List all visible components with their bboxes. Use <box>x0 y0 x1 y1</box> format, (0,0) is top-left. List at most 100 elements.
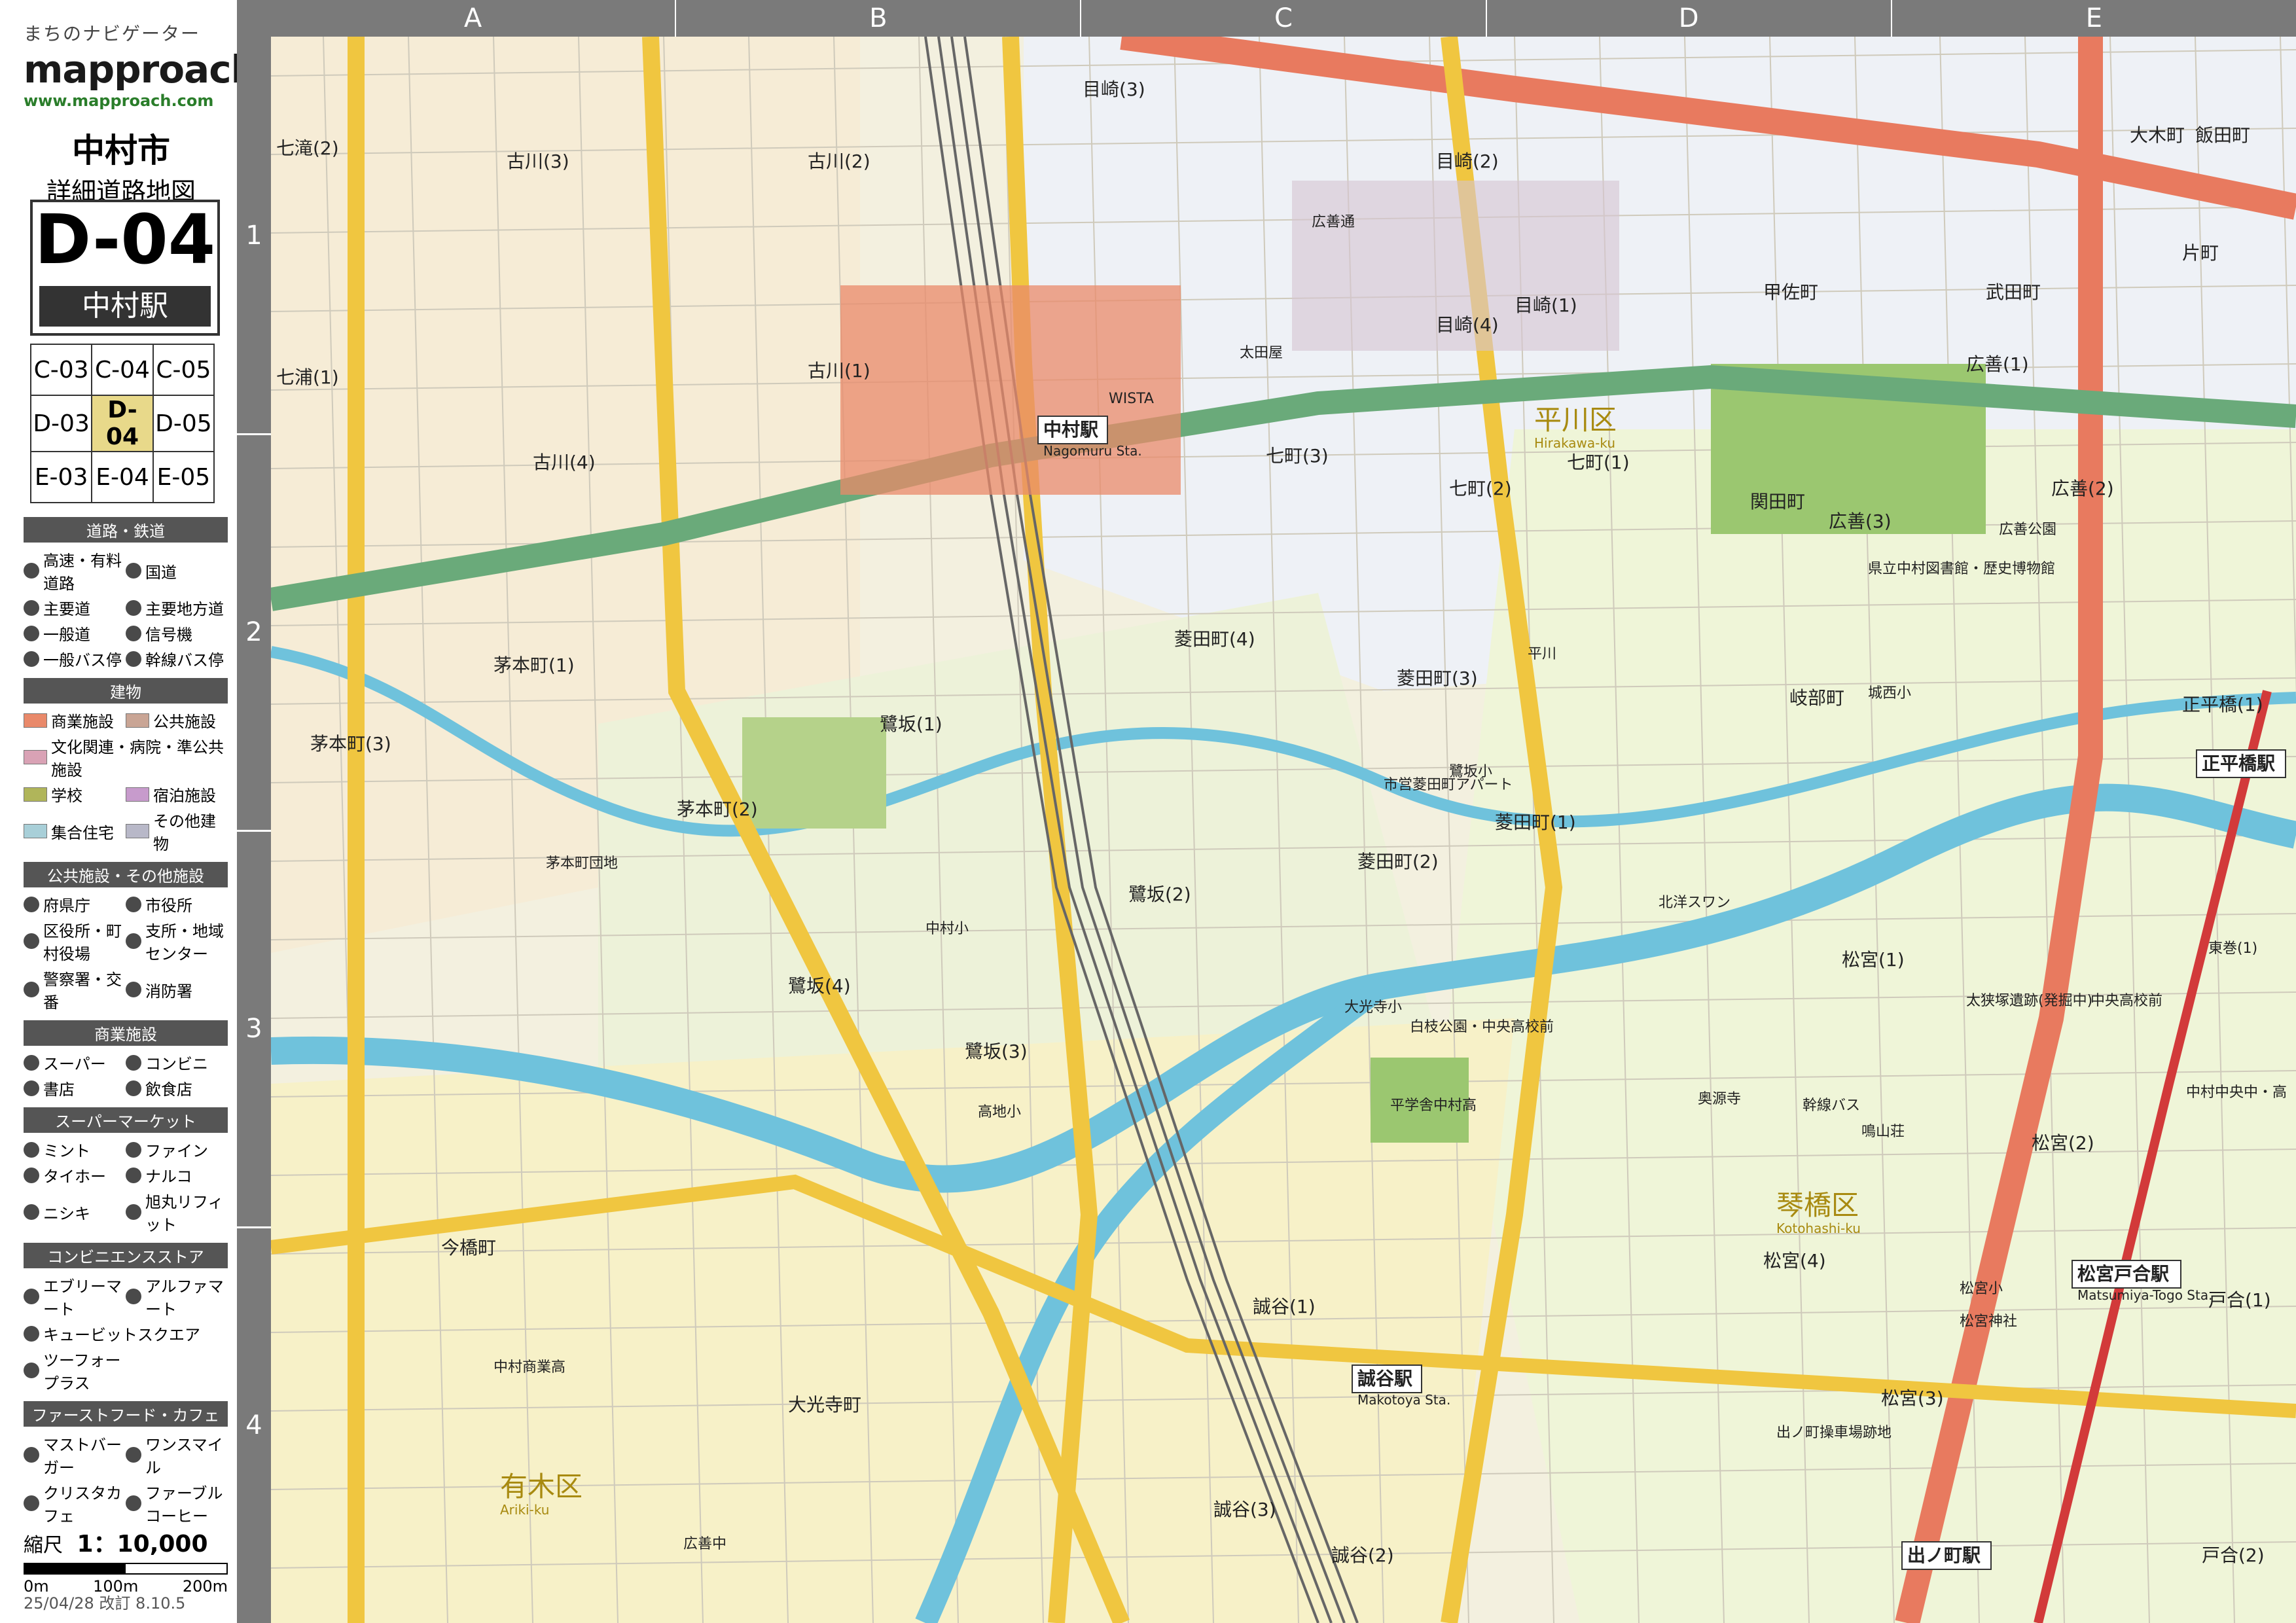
station-label[interactable]: 誠谷駅 <box>1357 1368 1412 1389</box>
grid-cell-c-05[interactable]: C-05 <box>152 344 215 396</box>
legend-item: 文化関連・病院・準公共施設 <box>24 734 228 780</box>
landmark-label[interactable]: 奥源寺 <box>1698 1091 1741 1107</box>
column-label-d: D <box>1487 0 1892 37</box>
landmark-label[interactable]: 東巻(1) <box>2208 940 2257 957</box>
road-map[interactable]: 古川(3) 古川(2) 古川(1) 古川(4) 目崎(3) 目崎(2) 目崎(1) 目崎(4)… <box>271 37 2296 1623</box>
legend-item: コンビニ <box>126 1051 228 1074</box>
city-title: 中村市 詳細道路地図 <box>20 124 223 207</box>
legend-item: 公共施設 <box>126 709 228 732</box>
grid-cell-d-05[interactable]: D-05 <box>152 395 215 452</box>
grid-cell-e-04[interactable]: E-04 <box>91 451 154 503</box>
grid-cell-d-03[interactable]: D-03 <box>29 395 93 452</box>
landmark-label[interactable]: 広善公園 <box>1999 522 2056 538</box>
brand-logo: mapproach <box>24 47 258 92</box>
ward-label: 平川区 <box>1534 404 1617 436</box>
landmark-label[interactable]: 中村商業高 <box>493 1359 565 1376</box>
legend-item: 学校 <box>24 783 126 806</box>
legend-label: 主要地方道 <box>145 600 224 618</box>
landmark-label[interactable]: 茅本町団地 <box>546 855 618 872</box>
landmark-label[interactable]: 平川 <box>1528 646 1556 662</box>
legend-public-heading: 公共施設・その他施設 <box>24 862 228 887</box>
landmark-label[interactable]: 出ノ町操車場跡地 <box>1776 1425 1892 1441</box>
grid-cell-e-03[interactable]: E-03 <box>29 451 93 503</box>
district-label: 誠谷(2) <box>1331 1544 1394 1566</box>
landmark-label[interactable]: 広善中 <box>683 1536 726 1552</box>
legend-symbol-icon <box>126 599 141 616</box>
station-romaji-label: Nagomuru Sta. <box>1043 443 1142 459</box>
district-label: 正平橋(1) <box>2182 694 2263 715</box>
station-label[interactable]: 中村駅 <box>1043 419 1098 440</box>
map-canvas[interactable]: 古川(3) 古川(2) 古川(1) 古川(4) 目崎(3) 目崎(2) 目崎(1) 目崎(4)… <box>271 37 2296 1623</box>
legend-item: ミント <box>24 1138 126 1161</box>
landmark-label[interactable]: 県立中村図書館・歴史博物館 <box>1868 561 2055 577</box>
legend-symbol-icon <box>126 982 141 997</box>
landmark-label[interactable]: 広善通 <box>1312 214 1355 230</box>
legend-item: 幹線バス停 <box>126 647 228 670</box>
district-label: 広善(1) <box>1966 353 2029 375</box>
station-label[interactable]: 正平橋駅 <box>2202 753 2275 774</box>
legend-roads-heading: 道路・鉄道 <box>24 517 228 543</box>
landmark-label[interactable]: 太狭塚遺跡(発掘中) <box>1966 993 2092 1009</box>
landmark-label[interactable]: 大光寺小 <box>1344 999 1402 1016</box>
legend-label: 旭丸リフィット <box>145 1193 224 1234</box>
district-label: 誠谷(3) <box>1213 1499 1276 1520</box>
legend-item: タイホー <box>24 1164 126 1186</box>
landmark-label[interactable]: 城西小 <box>1868 685 1911 702</box>
legend-item: 一般バス停 <box>24 647 126 670</box>
legend-symbol-icon <box>126 1204 141 1220</box>
legend-label: 公共施設 <box>153 713 216 731</box>
legend-swatch <box>126 713 149 728</box>
landmark-label[interactable]: 幹線バス <box>1803 1097 1860 1114</box>
landmark-label[interactable]: 松宮小 <box>1960 1281 2003 1297</box>
district-label: 甲佐町 <box>1763 281 1818 303</box>
landmark-label[interactable]: 北洋スワン <box>1659 895 1731 911</box>
legend-label: 市役所 <box>145 897 192 915</box>
district-label: 戸合(2) <box>2202 1544 2265 1566</box>
legend-item: 消防署 <box>126 967 228 1012</box>
row-divider <box>237 1226 271 1228</box>
district-label: 七滝(2) <box>276 137 339 159</box>
legend-label: ファイン <box>145 1142 208 1160</box>
district-label: 松宮(1) <box>1842 949 1905 971</box>
landmark-label[interactable]: 松宮神社 <box>1960 1313 2017 1330</box>
map-legend: 道路・鉄道 高速・有料道路 国道 主要道 主要地方道 一般道 信号機 一般バス停 幹線バス停 … <box>24 510 228 1529</box>
district-label: 七町(1) <box>1567 452 1630 473</box>
district-label: 七町(3) <box>1266 445 1329 467</box>
legend-symbol-icon <box>24 933 39 949</box>
district-label: 古川(4) <box>533 452 596 473</box>
grid-cell-c-04[interactable]: C-04 <box>91 344 154 396</box>
legend-label: 区役所・町村役場 <box>43 922 122 963</box>
legend-swatch <box>24 824 47 838</box>
grid-cell-c-03[interactable]: C-03 <box>29 344 93 396</box>
legend-label: 国道 <box>145 563 177 582</box>
grid-cell-e-05[interactable]: E-05 <box>152 451 215 503</box>
legend-symbol-icon <box>24 1054 39 1071</box>
district-label: 広善(2) <box>2051 478 2114 499</box>
legend-item: 一般道 <box>24 622 126 645</box>
revision-footer: 25/04/28 改訂 8.10.5 <box>24 1594 186 1613</box>
brand-url[interactable]: www.mapproach.com <box>24 92 220 110</box>
district-label: 古川(2) <box>808 151 870 172</box>
station-label[interactable]: 松宮戸合駅 <box>2077 1263 2169 1285</box>
landmark-label[interactable]: 鳴山荘 <box>1861 1124 1905 1140</box>
landmark-label[interactable]: WISTA <box>1109 391 1154 407</box>
landmark-label[interactable]: 中村小 <box>925 921 969 937</box>
landmark-label[interactable]: 市営菱田町アパート <box>1384 777 1513 793</box>
legend-label: 書店 <box>43 1080 75 1099</box>
landmark-label[interactable]: 平学舎中村高 <box>1390 1097 1477 1114</box>
district-label: 茅本町(3) <box>310 733 391 755</box>
landmark-label[interactable]: 太田屋 <box>1240 345 1283 361</box>
district-label: 茅本町(1) <box>493 654 575 676</box>
legend-label: キュービットスクエア <box>43 1326 200 1344</box>
legend-swatch <box>126 787 149 802</box>
landmark-label[interactable]: 中央高校前 <box>2090 993 2162 1009</box>
landmark-label[interactable]: 白枝公園・中央高校前 <box>1410 1019 1554 1035</box>
legend-item: 集合住宅 <box>24 808 126 854</box>
landmark-label[interactable]: 中村中央中・高 <box>2186 1084 2287 1101</box>
station-label[interactable]: 出ノ町駅 <box>1907 1544 1981 1566</box>
row-label-4: 4 <box>245 1410 262 1440</box>
legend-label: 支所・地域センター <box>145 922 224 963</box>
landmark-label[interactable]: 高地小 <box>978 1104 1021 1120</box>
legend-symbol-icon <box>24 1080 39 1096</box>
district-label: 茅本町(2) <box>677 798 758 820</box>
